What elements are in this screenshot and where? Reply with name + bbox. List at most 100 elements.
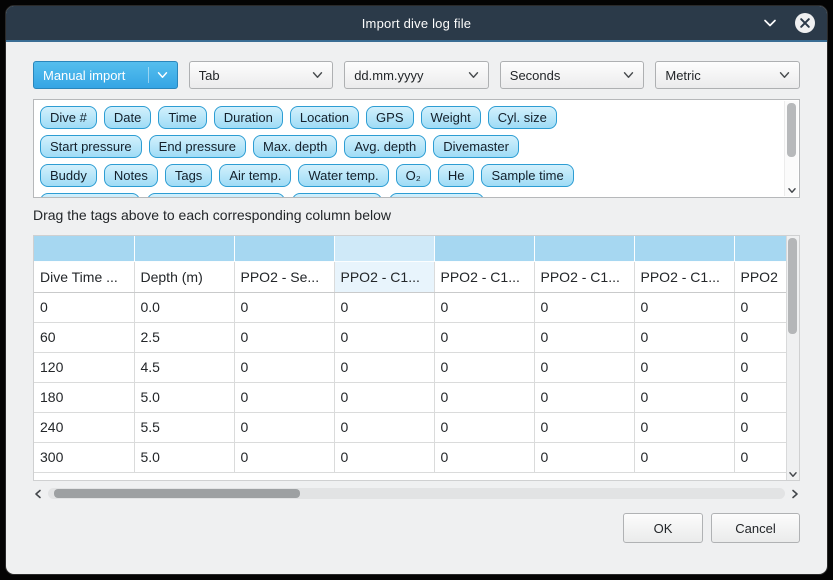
drop-target-row bbox=[34, 236, 786, 261]
table-cell: 0 bbox=[534, 322, 634, 352]
drop-target-cell[interactable] bbox=[634, 236, 734, 261]
tag-chip-gps[interactable]: GPS bbox=[366, 106, 413, 129]
tag-row: Start pressure End pressure Max. depth Avg.… bbox=[40, 135, 777, 158]
tag-chip-duration[interactable]: Duration bbox=[214, 106, 283, 129]
drop-target-cell[interactable] bbox=[334, 236, 434, 261]
hscroll-thumb[interactable] bbox=[54, 489, 300, 498]
table-cell: 0 bbox=[234, 292, 334, 322]
table-cell: 0 bbox=[234, 382, 334, 412]
column-header-depth-m[interactable]: Depth (m) bbox=[134, 261, 234, 292]
dropdown-metric[interactable]: Metric bbox=[655, 61, 800, 89]
tag-chip-location[interactable]: Location bbox=[290, 106, 359, 129]
table-cell: 0 bbox=[334, 322, 434, 352]
cancel-button[interactable]: Cancel bbox=[711, 513, 800, 543]
tag-row: Sample depth Sample temperature Sample pO₂… bbox=[40, 193, 777, 198]
tag-chip-cyl-size[interactable]: Cyl. size bbox=[488, 106, 557, 129]
tag-chip-notes[interactable]: Notes bbox=[104, 164, 158, 187]
tag-chip-water-temp[interactable]: Water temp. bbox=[298, 164, 388, 187]
column-header-dive-time[interactable]: Dive Time ... bbox=[34, 261, 134, 292]
tag-chip-tags[interactable]: Tags bbox=[165, 164, 212, 187]
table-cell: 0 bbox=[434, 382, 534, 412]
table-cell: 5.0 bbox=[134, 382, 234, 412]
drop-target-cell[interactable] bbox=[34, 236, 134, 261]
dropdown-selected-value: Tab bbox=[199, 68, 306, 83]
tag-chip-avg-depth[interactable]: Avg. depth bbox=[344, 135, 426, 158]
dropdown-seconds[interactable]: Seconds bbox=[500, 61, 645, 89]
table-cell: 0 bbox=[734, 292, 786, 322]
column-header-ppo2-c1[interactable]: PPO2 - C1... bbox=[334, 261, 434, 292]
tag-chip-air-temp[interactable]: Air temp. bbox=[219, 164, 291, 187]
table-cell: 4.5 bbox=[134, 352, 234, 382]
tag-chip-dive[interactable]: Dive # bbox=[40, 106, 97, 129]
table-scroll-right-button[interactable] bbox=[791, 489, 799, 499]
drop-target-cell[interactable] bbox=[534, 236, 634, 261]
column-header-ppo2-c1[interactable]: PPO2 - C1... bbox=[434, 261, 534, 292]
table-cell: 0 bbox=[734, 322, 786, 352]
table-scroll-left-button[interactable] bbox=[34, 489, 42, 499]
tag-chip-start-pressure[interactable]: Start pressure bbox=[40, 135, 142, 158]
tag-box: Dive # Date Time Duration Location GPS Weight C… bbox=[33, 99, 800, 198]
tag-chip-he[interactable]: He bbox=[438, 164, 475, 187]
drop-target-cell[interactable] bbox=[234, 236, 334, 261]
dropdown-tab[interactable]: Tab bbox=[189, 61, 334, 89]
column-header-ppo2[interactable]: PPO2 bbox=[734, 261, 786, 292]
drop-target-cell[interactable] bbox=[434, 236, 534, 261]
dropdown-row: Manual import Tab dd.mm.yyyy Seconds Metric bbox=[33, 61, 800, 89]
dropdown-dd-mm-yyyy[interactable]: dd.mm.yyyy bbox=[344, 61, 489, 89]
preview-table: Dive Time ...Depth (m)PPO2 - Se...PPO2 -… bbox=[34, 236, 786, 473]
tag-chip-sample-time[interactable]: Sample time bbox=[481, 164, 573, 187]
chevron-down-icon bbox=[763, 18, 777, 28]
table-cell: 0 bbox=[234, 412, 334, 442]
drop-target-cell[interactable] bbox=[134, 236, 234, 261]
window-menu-button[interactable] bbox=[761, 14, 779, 32]
table-cell: 0.0 bbox=[134, 292, 234, 322]
tag-scroll-down-button[interactable] bbox=[787, 187, 796, 194]
dropdown-manual-import[interactable]: Manual import bbox=[33, 61, 178, 89]
drag-hint-text: Drag the tags above to each correspondin… bbox=[33, 207, 800, 227]
tag-chip-sample-po[interactable]: Sample pO₂ bbox=[292, 193, 382, 198]
table-cell: 0 bbox=[634, 292, 734, 322]
tag-scrollbar[interactable] bbox=[784, 101, 798, 196]
table-cell: 0 bbox=[534, 382, 634, 412]
table-row: 602.5000000 bbox=[34, 322, 786, 352]
column-header-ppo2-c1[interactable]: PPO2 - C1... bbox=[634, 261, 734, 292]
tag-chip-weight[interactable]: Weight bbox=[421, 106, 481, 129]
close-icon bbox=[794, 12, 816, 34]
table-cell: 0 bbox=[434, 292, 534, 322]
tag-chip-sample-depth[interactable]: Sample depth bbox=[40, 193, 140, 198]
tag-row: Buddy Notes Tags Air temp. Water temp. O₂ He Sa… bbox=[40, 164, 777, 187]
table-horizontal-scrollbar[interactable] bbox=[33, 486, 800, 501]
column-header-ppo2-c1[interactable]: PPO2 - C1... bbox=[534, 261, 634, 292]
table-scroll-down-button[interactable] bbox=[789, 471, 798, 478]
table-row: 2405.5000000 bbox=[34, 412, 786, 442]
table-cell: 5.5 bbox=[134, 412, 234, 442]
tag-chip-date[interactable]: Date bbox=[104, 106, 151, 129]
table-cell: 0 bbox=[434, 322, 534, 352]
table-vscroll-thumb[interactable] bbox=[788, 238, 797, 334]
tag-scrollbar-thumb[interactable] bbox=[787, 103, 796, 157]
ok-button[interactable]: OK bbox=[623, 513, 703, 543]
tag-chip-buddy[interactable]: Buddy bbox=[40, 164, 97, 187]
table-cell: 0 bbox=[634, 352, 734, 382]
table-cell: 0 bbox=[234, 352, 334, 382]
tag-chip-end-pressure[interactable]: End pressure bbox=[149, 135, 246, 158]
table-cell: 0 bbox=[734, 412, 786, 442]
column-header-ppo2-se[interactable]: PPO2 - Se... bbox=[234, 261, 334, 292]
table-cell: 0 bbox=[534, 352, 634, 382]
table-cell: 60 bbox=[34, 322, 134, 352]
window-title: Import dive log file bbox=[362, 16, 472, 31]
tag-chip-sample-temperature[interactable]: Sample temperature bbox=[147, 193, 285, 198]
tag-chip-o[interactable]: O₂ bbox=[396, 164, 431, 187]
table-cell: 0 bbox=[434, 442, 534, 472]
table-cell: 240 bbox=[34, 412, 134, 442]
table-cell: 0 bbox=[634, 442, 734, 472]
tag-chip-divemaster[interactable]: Divemaster bbox=[433, 135, 519, 158]
tag-chip-time[interactable]: Time bbox=[158, 106, 206, 129]
dialog-button-row: OK Cancel bbox=[33, 513, 800, 543]
tag-chip-sample-cns[interactable]: Sample CNS bbox=[389, 193, 484, 198]
table-vertical-scrollbar[interactable] bbox=[786, 236, 799, 480]
tag-chip-max-depth[interactable]: Max. depth bbox=[253, 135, 337, 158]
drop-target-cell[interactable] bbox=[734, 236, 786, 261]
table-row: 3005.0000000 bbox=[34, 442, 786, 472]
close-button[interactable] bbox=[794, 12, 816, 34]
